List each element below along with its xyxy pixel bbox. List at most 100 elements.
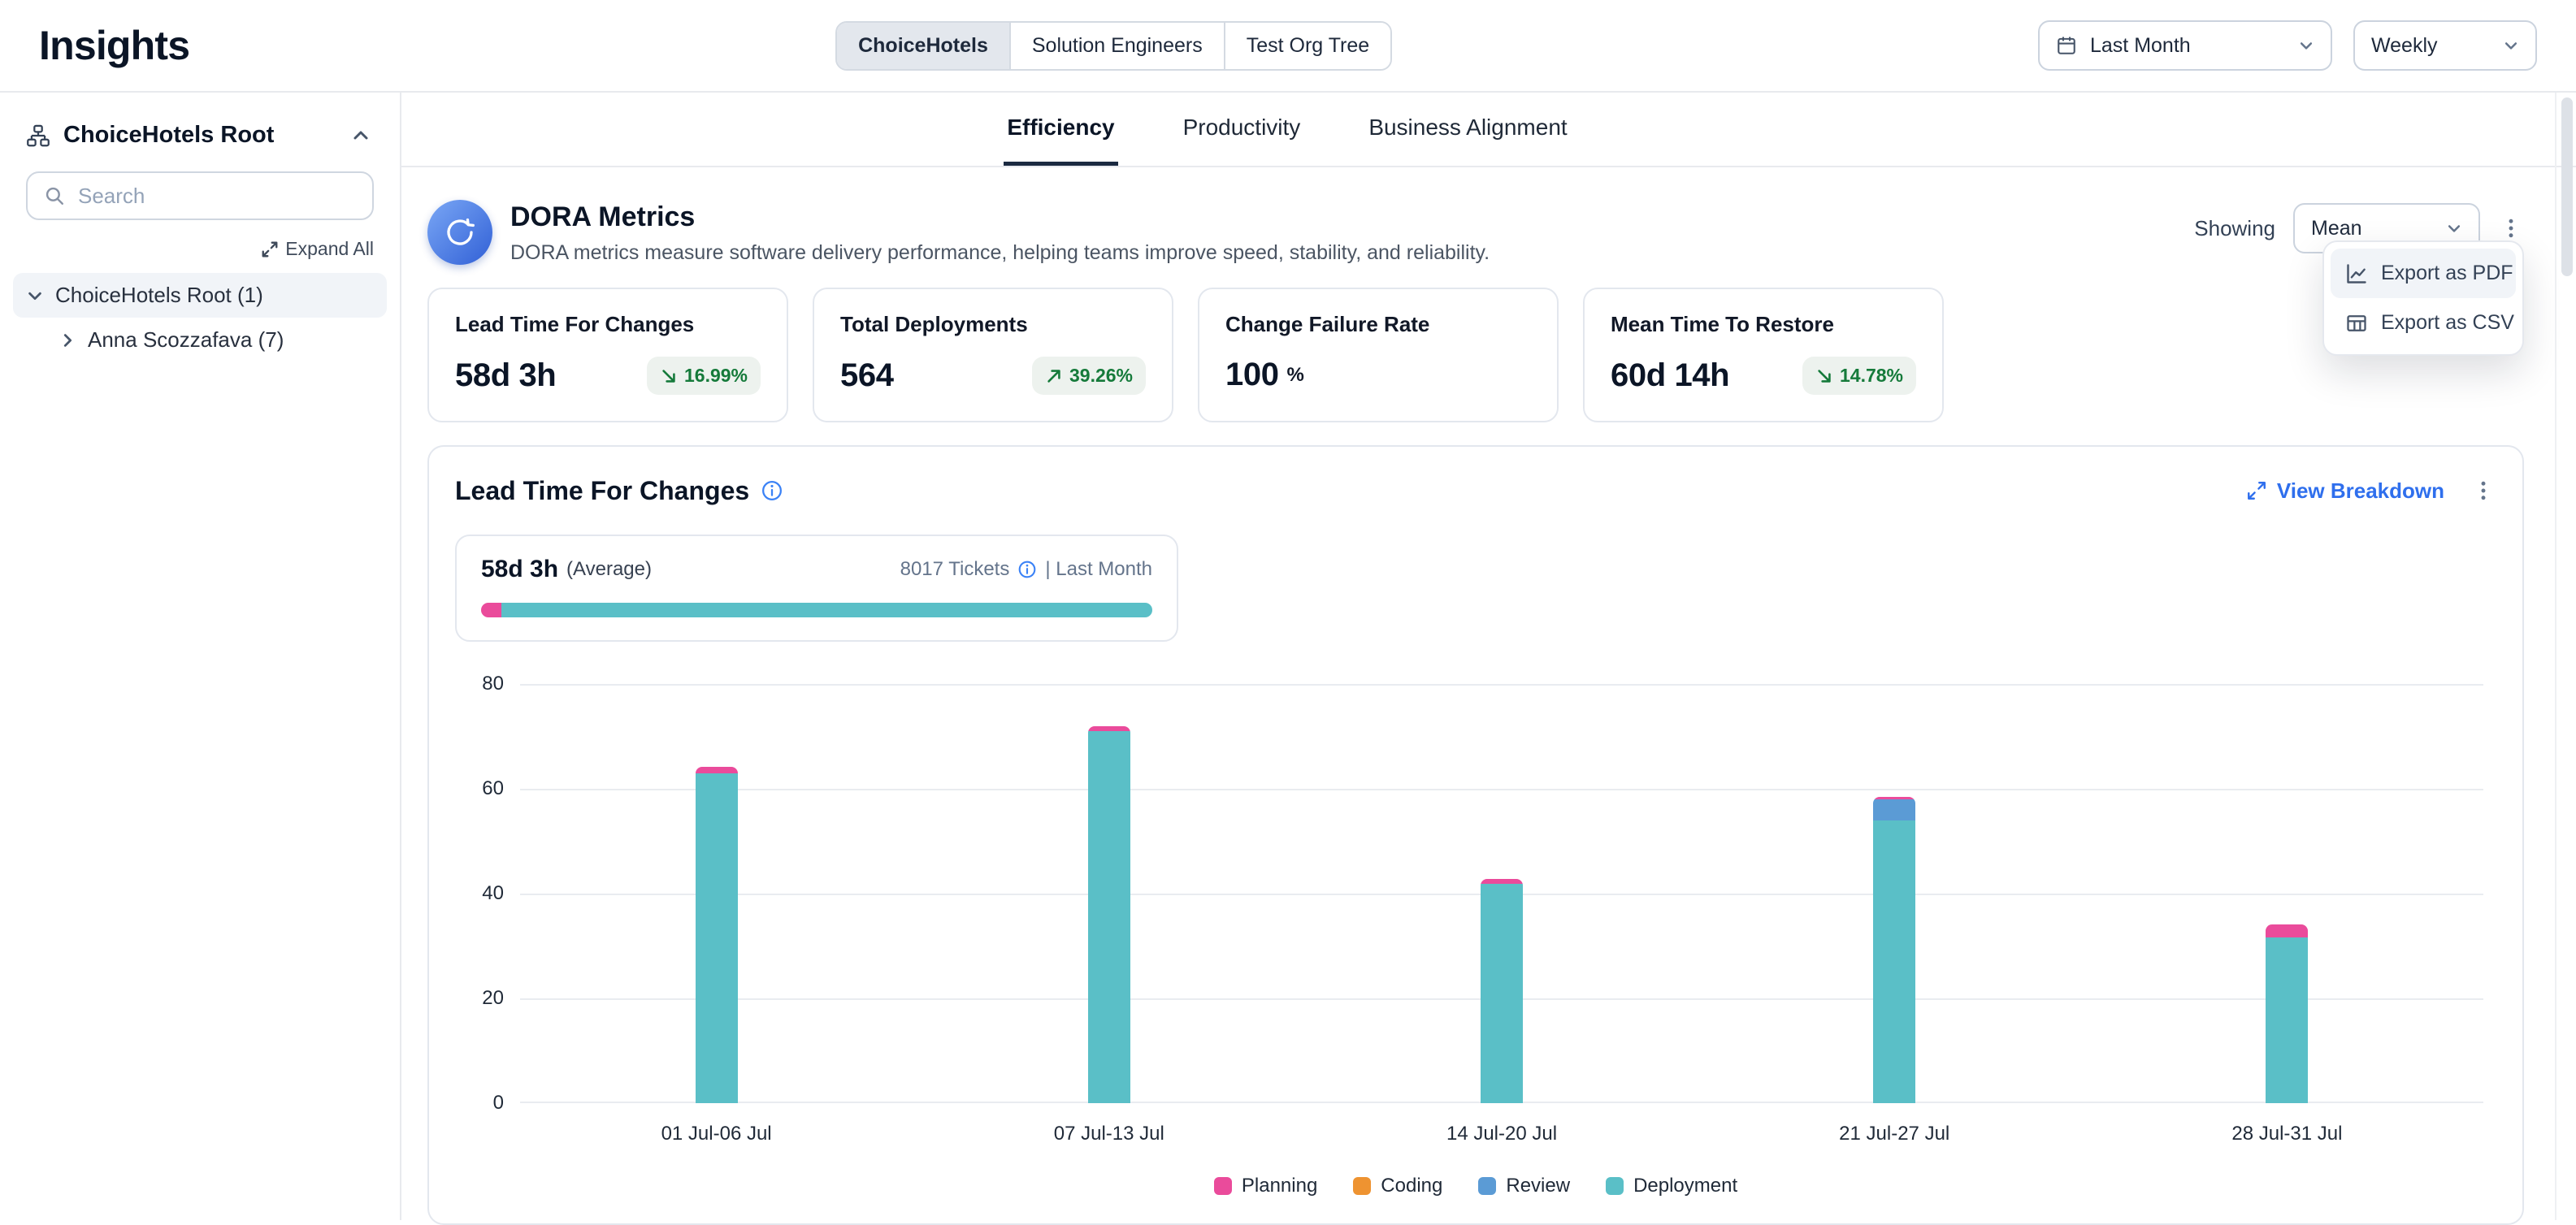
- lead-time-card-title: Lead Time For Changes: [455, 476, 783, 506]
- y-axis-tick-label: 20: [482, 987, 504, 1010]
- menu-item-label: Export as CSV: [2381, 311, 2514, 335]
- scrollbar-thumb[interactable]: [2561, 97, 2573, 276]
- tree-item-choicehotels-root-1[interactable]: ChoiceHotels Root (1): [13, 273, 387, 318]
- chart-bar[interactable]: [1481, 879, 1523, 1103]
- chart-plot: 020406080: [520, 684, 2483, 1103]
- showing-label: Showing: [2194, 216, 2275, 241]
- chart-legend: Planning Coding Review Deployment: [455, 1175, 2496, 1197]
- trend-badge: 16.99%: [647, 357, 761, 395]
- legend-swatch: [1478, 1177, 1496, 1195]
- granularity-select[interactable]: Weekly: [2353, 20, 2537, 71]
- summary-value: 58d 3h: [481, 556, 558, 583]
- sidebar-collapse-button[interactable]: [348, 123, 374, 149]
- view-tabs-inner: Efficiency Productivity Business Alignment: [1004, 93, 1570, 166]
- legend-item-coding[interactable]: Coding: [1353, 1175, 1442, 1197]
- metric-value-row: 60d 14h14.78%: [1611, 357, 1916, 395]
- legend-swatch: [1353, 1177, 1371, 1195]
- legend-label: Deployment: [1633, 1175, 1737, 1197]
- metric-value-row: 100%: [1225, 357, 1531, 393]
- x-axis-label: 01 Jul-06 Jul: [520, 1123, 913, 1145]
- org-tab-test-org-tree[interactable]: Test Org Tree: [1224, 23, 1390, 69]
- x-axis-label: 28 Jul-31 Jul: [2091, 1123, 2483, 1145]
- chart-bar[interactable]: [2266, 924, 2308, 1103]
- expand-all-icon: [261, 240, 279, 258]
- lead-time-title-text: Lead Time For Changes: [455, 476, 749, 506]
- org-tabs: ChoiceHotelsSolution EngineersTest Org T…: [835, 21, 1392, 71]
- tab-efficiency[interactable]: Efficiency: [1004, 93, 1117, 166]
- expand-all-button[interactable]: Expand All: [261, 238, 374, 260]
- y-axis-tick-label: 80: [482, 673, 504, 695]
- summary-meta: 8017 Tickets | Last Month: [900, 558, 1152, 581]
- sidebar-header: ChoiceHotels Root: [0, 109, 400, 165]
- tab-business-alignment[interactable]: Business Alignment: [1365, 93, 1570, 166]
- metric-value-row: 58d 3h 16.99%: [455, 357, 761, 395]
- org-tab-solution-engineers[interactable]: Solution Engineers: [1009, 23, 1224, 69]
- legend-label: Coding: [1381, 1175, 1442, 1197]
- tree-item-label: Anna Scozzafava (7): [88, 327, 284, 353]
- info-icon[interactable]: [1017, 560, 1037, 579]
- view-breakdown-label: View Breakdown: [2277, 478, 2444, 504]
- view-tabs: Efficiency Productivity Business Alignment: [401, 93, 2576, 167]
- trend-delta-value: 39.26%: [1069, 365, 1133, 387]
- chart-bar[interactable]: [1088, 726, 1130, 1103]
- y-axis-tick-label: 60: [482, 777, 504, 800]
- bar-segment-deployment: [1088, 731, 1130, 1103]
- trend-badge: 39.26%: [1032, 357, 1146, 395]
- expand-all-row: Expand All: [0, 227, 400, 273]
- chevron-down-icon: [2298, 37, 2314, 54]
- sidebar: ChoiceHotels Root Expand All ChoiceHotel…: [0, 93, 401, 1220]
- metric-card-change-failure-rate: Change Failure Rate100%: [1198, 288, 1559, 422]
- menu-item-export-as-pdf[interactable]: Export as PDF: [2331, 249, 2516, 298]
- chevron-down-icon: [2446, 220, 2462, 236]
- progress-segment-planning: [481, 603, 501, 617]
- chart-x-labels: 01 Jul-06 Jul07 Jul-13 Jul14 Jul-20 Jul 2…: [520, 1123, 2483, 1145]
- tickets-count: 8017 Tickets: [900, 558, 1010, 581]
- calendar-icon: [2056, 35, 2077, 56]
- org-tab-choicehotels[interactable]: ChoiceHotels: [837, 23, 1009, 69]
- lead-time-kebab-menu-button[interactable]: [2470, 473, 2496, 509]
- bar-segment-deployment: [2266, 937, 2308, 1103]
- chart-gridline: [520, 684, 2483, 686]
- metric-card-unit: %: [1287, 364, 1304, 387]
- chevron-down-icon: [26, 287, 44, 305]
- y-axis-tick-label: 0: [493, 1092, 504, 1115]
- x-axis-label: 14 Jul-20 Jul: [1305, 1123, 1698, 1145]
- kebab-icon: [2500, 217, 2522, 240]
- legend-item-planning[interactable]: Planning: [1214, 1175, 1317, 1197]
- period-select[interactable]: Last Month: [2038, 20, 2332, 71]
- org-tree: ChoiceHotels Root (1) Anna Scozzafava (7): [0, 273, 400, 362]
- chart-line-icon: [2345, 262, 2368, 285]
- legend-swatch: [1606, 1177, 1624, 1195]
- scrollbar[interactable]: [2555, 93, 2576, 1220]
- legend-item-deployment[interactable]: Deployment: [1606, 1175, 1737, 1197]
- metric-card-value: 564: [840, 357, 894, 394]
- search-input[interactable]: [78, 184, 356, 209]
- lead-time-card: Lead Time For Changes View Breakdown: [427, 445, 2524, 1225]
- x-axis-label: 07 Jul-13 Jul: [913, 1123, 1305, 1145]
- tree-item-label: ChoiceHotels Root (1): [55, 283, 263, 308]
- lead-time-card-header: Lead Time For Changes View Breakdown: [455, 473, 2496, 509]
- trend-down-icon: [660, 367, 678, 385]
- summary-period: | Last Month: [1045, 558, 1152, 581]
- metric-card-label: Mean Time To Restore: [1611, 312, 1916, 337]
- granularity-select-value: Weekly: [2371, 34, 2490, 58]
- menu-item-export-as-csv[interactable]: Export as CSV: [2331, 298, 2516, 348]
- metric-card-value: 100: [1225, 357, 1279, 393]
- metric-card-total-deployments: Total Deployments56439.26%: [813, 288, 1173, 422]
- view-breakdown-button[interactable]: View Breakdown: [2246, 478, 2444, 504]
- header-selects: Last Month Weekly: [2038, 20, 2537, 71]
- search-box[interactable]: [26, 171, 374, 220]
- bar-segment-deployment: [1481, 884, 1523, 1103]
- tree-item-anna-scozzafava-7[interactable]: Anna Scozzafava (7): [13, 318, 387, 362]
- tab-productivity[interactable]: Productivity: [1180, 93, 1304, 166]
- metric-card-value: 58d 3h: [455, 357, 556, 394]
- chart-bar[interactable]: [696, 767, 738, 1103]
- info-icon[interactable]: [761, 479, 783, 502]
- bar-segment-deployment: [696, 773, 738, 1103]
- metric-card-value: 60d 14h: [1611, 357, 1729, 394]
- chart-bar[interactable]: [1873, 797, 1915, 1103]
- search-icon: [44, 185, 65, 206]
- legend-item-review[interactable]: Review: [1478, 1175, 1570, 1197]
- lead-time-summary: 58d 3h (Average) 8017 Tickets | Last Mon…: [455, 535, 1178, 642]
- metric-card-lead-time-for-changes: Lead Time For Changes58d 3h16.99%: [427, 288, 788, 422]
